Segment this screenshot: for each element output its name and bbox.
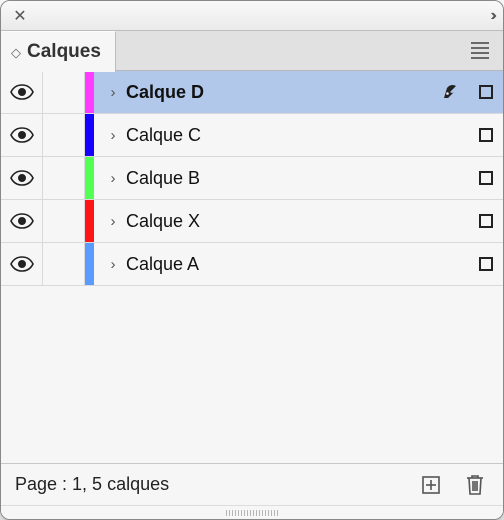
eye-icon: [10, 127, 34, 143]
layer-color-swatch: [85, 157, 94, 199]
chevron-right-icon[interactable]: ›: [108, 127, 118, 144]
layer-name: Calque B: [126, 168, 200, 189]
visibility-toggle[interactable]: [1, 200, 43, 242]
panel-titlebar: ✕ ››: [1, 1, 503, 31]
new-layer-button[interactable]: [417, 471, 445, 499]
layer-row: › Calque A: [1, 243, 503, 286]
layer-name: Calque C: [126, 125, 201, 146]
layer-name: Calque X: [126, 211, 200, 232]
selection-target-box[interactable]: [479, 128, 493, 142]
panel-menu-button[interactable]: [457, 31, 503, 70]
visibility-toggle[interactable]: [1, 114, 43, 156]
layer-color-swatch: [85, 243, 94, 285]
layer-row: › Calque D: [1, 71, 503, 114]
visibility-toggle[interactable]: [1, 157, 43, 199]
sort-icon: ◇: [11, 46, 21, 59]
layer-row-main[interactable]: › Calque C: [94, 114, 503, 156]
delete-layer-button[interactable]: [461, 471, 489, 499]
chevron-right-icon[interactable]: ›: [108, 213, 118, 230]
layer-row-main[interactable]: › Calque A: [94, 243, 503, 285]
layer-row: › Calque B: [1, 157, 503, 200]
tab-label: Calques: [27, 41, 101, 63]
eye-icon: [10, 213, 34, 229]
layer-row: › Calque C: [1, 114, 503, 157]
layer-color-swatch: [85, 114, 94, 156]
menu-icon: [471, 42, 489, 59]
layer-color-swatch: [85, 200, 94, 242]
eye-icon: [10, 170, 34, 186]
trash-icon: [465, 474, 485, 496]
close-icon[interactable]: ✕: [11, 6, 29, 26]
selection-target-box[interactable]: [479, 171, 493, 185]
chevron-right-icon[interactable]: ›: [108, 256, 118, 273]
chevron-right-icon[interactable]: ›: [108, 170, 118, 187]
resize-grip[interactable]: [1, 505, 503, 519]
layer-row: › Calque X: [1, 200, 503, 243]
visibility-toggle[interactable]: [1, 243, 43, 285]
chevron-right-icon[interactable]: ›: [108, 84, 118, 101]
panel-tabbar: ◇ Calques: [1, 31, 503, 71]
selection-target-box[interactable]: [479, 214, 493, 228]
lock-toggle[interactable]: [43, 157, 85, 199]
selection-target-box[interactable]: [479, 257, 493, 271]
lock-toggle[interactable]: [43, 200, 85, 242]
lock-toggle[interactable]: [43, 243, 85, 285]
visibility-toggle[interactable]: [1, 71, 43, 113]
status-text: Page : 1, 5 calques: [15, 474, 169, 495]
pen-icon: [441, 79, 463, 106]
layer-row-main[interactable]: › Calque D: [94, 71, 503, 113]
layer-name: Calque D: [126, 82, 204, 103]
layer-color-swatch: [85, 71, 94, 113]
layer-name: Calque A: [126, 254, 199, 275]
lock-toggle[interactable]: [43, 71, 85, 113]
layer-row-main[interactable]: › Calque B: [94, 157, 503, 199]
tab-layers[interactable]: ◇ Calques: [1, 31, 116, 72]
layers-panel-window: ✕ ›› ◇ Calques ›Calque D›Calque C›Calque…: [0, 0, 504, 520]
eye-icon: [10, 256, 34, 272]
new-layer-icon: [421, 475, 441, 495]
layer-list: › Calque D › Calque C › Calque B › Calque X › Cal…: [1, 71, 503, 463]
lock-toggle[interactable]: [43, 114, 85, 156]
collapse-panel-icon[interactable]: ››: [490, 7, 493, 25]
selection-target-box[interactable]: [479, 85, 493, 99]
eye-icon: [10, 84, 34, 100]
layer-row-main[interactable]: › Calque X: [94, 200, 503, 242]
panel-footer: Page : 1, 5 calques: [1, 463, 503, 505]
